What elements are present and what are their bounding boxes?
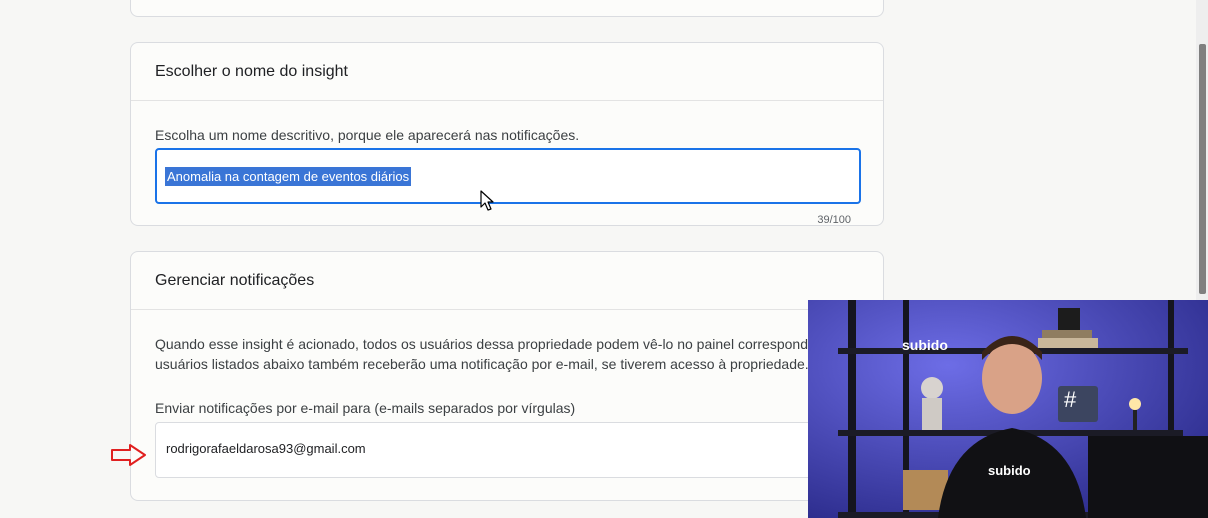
character-counter: 39/100 xyxy=(817,214,851,226)
hashtag-icon: # xyxy=(1064,387,1077,412)
email-field[interactable]: rodrigorafaeldarosa93@gmail.com xyxy=(155,422,861,478)
mouse-cursor-icon xyxy=(480,190,496,217)
notifications-description-line1: Quando esse insight é acionado, todos os… xyxy=(155,336,840,352)
insight-name-card: Escolher o nome do insight Escolha um no… xyxy=(130,42,884,226)
email-field-label: Enviar notificações por e-mail para (e-m… xyxy=(155,400,576,416)
insight-name-title: Escolher o nome do insight xyxy=(155,63,348,80)
insight-name-input[interactable]: Anomalia na contagem de eventos diários xyxy=(155,148,861,204)
red-arrow-icon xyxy=(110,443,148,472)
email-value[interactable]: rodrigorafaeldarosa93@gmail.com xyxy=(166,441,366,456)
sign-text: subido xyxy=(902,337,948,353)
divider xyxy=(131,100,883,101)
previous-card xyxy=(130,0,884,17)
notifications-card: Gerenciar notificações Quando esse insig… xyxy=(130,251,884,501)
insight-name-description: Escolha um nome descritivo, porque ele a… xyxy=(155,127,580,143)
insight-name-value[interactable]: Anomalia na contagem de eventos diários xyxy=(165,167,412,186)
divider xyxy=(131,309,883,310)
notifications-title: Gerenciar notificações xyxy=(155,272,315,289)
scrollbar-thumb[interactable] xyxy=(1199,44,1206,294)
notifications-description-line2: usuários listados abaixo também receberã… xyxy=(155,356,809,372)
webcam-overlay: subido # subido xyxy=(808,300,1208,518)
shirt-text: subido xyxy=(988,463,1031,478)
